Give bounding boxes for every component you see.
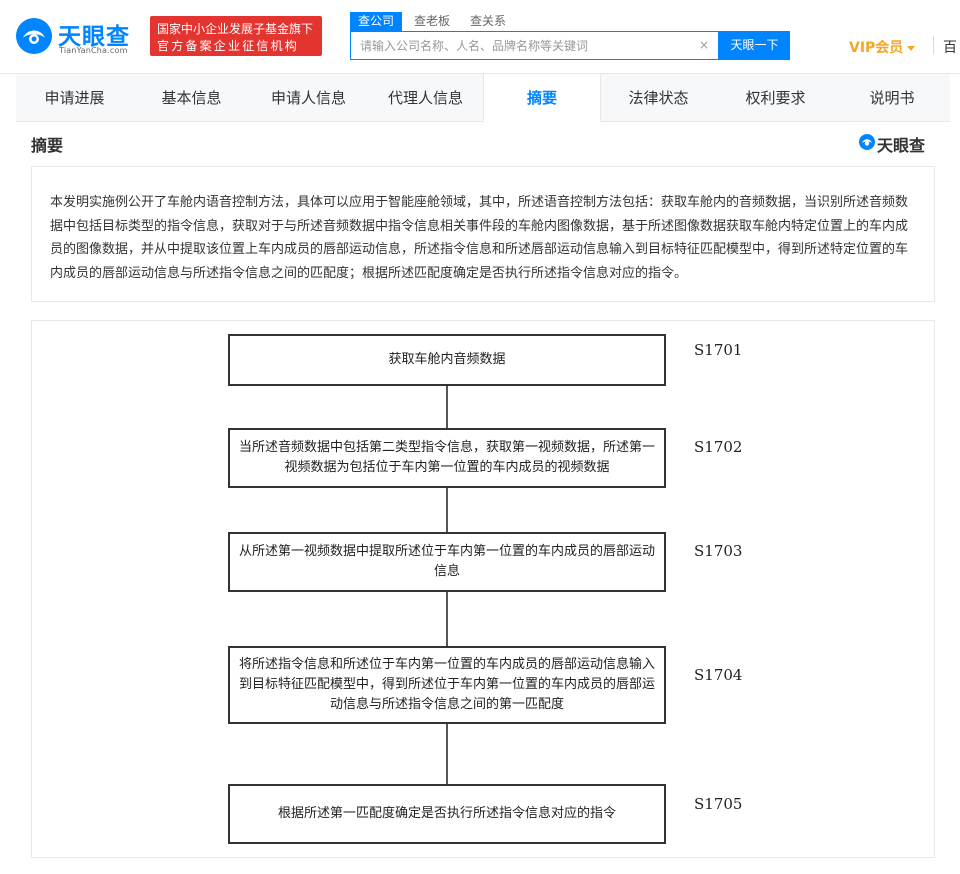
tab-basic-info[interactable]: 基本信息 bbox=[133, 74, 250, 122]
flow-step-label: S1703 bbox=[694, 542, 743, 560]
flow-connector bbox=[446, 591, 448, 647]
section-title: 摘要 bbox=[31, 136, 64, 155]
header-divider bbox=[933, 36, 934, 54]
header-more-link[interactable]: 百 bbox=[943, 37, 957, 57]
flow-step-label: S1702 bbox=[694, 438, 743, 456]
vip-menu[interactable]: VIP会员 bbox=[849, 37, 916, 57]
flow-step-text: 将所述指令信息和所述位于车内第一位置的车内成员的唇部运动信息输入到目标特征匹配模… bbox=[238, 657, 655, 712]
tab-agent-info[interactable]: 代理人信息 bbox=[367, 74, 484, 122]
abstract-figure: 获取车舱内音频数据 S1701 当所述音频数据中包括第二类型指令信息，获取第一视… bbox=[31, 320, 935, 858]
flow-step: 获取车舱内音频数据 bbox=[228, 334, 666, 386]
flow-step-text: 当所述音频数据中包括第二类型指令信息，获取第一视频数据，所述第一视频数据为包括位… bbox=[238, 440, 655, 475]
clear-icon[interactable]: × bbox=[699, 38, 709, 52]
flow-connector bbox=[446, 385, 448, 429]
gov-badge-line2: 官方备案企业征信机构 bbox=[157, 39, 300, 53]
detail-nav-tabs: 申请进展 基本信息 申请人信息 代理人信息 摘要 法律状态 权利要求 说明书 bbox=[16, 74, 950, 122]
tab-legal-status[interactable]: 法律状态 bbox=[600, 74, 717, 122]
caret-down-icon bbox=[907, 45, 916, 51]
flow-step: 当所述音频数据中包括第二类型指令信息，获取第一视频数据，所述第一视频数据为包括位… bbox=[228, 428, 666, 488]
logo-subtitle: TianYanCha.com bbox=[59, 46, 128, 55]
gov-badge-line1: 国家中小企业发展子基金旗下 bbox=[157, 22, 314, 36]
flow-step: 从所述第一视频数据中提取所述位于车内第一位置的车内成员的唇部运动信息 bbox=[228, 532, 666, 592]
flow-connector bbox=[446, 723, 448, 785]
eye-logo-icon bbox=[859, 134, 875, 150]
gov-badge[interactable]: 国家中小企业发展子基金旗下 官方备案企业征信机构 bbox=[150, 16, 322, 56]
abstract-text: 本发明实施例公开了车舱内语音控制方法，具体可以应用于智能座舱领域，其中，所述语音… bbox=[50, 195, 909, 281]
search-tab-boss[interactable]: 查老板 bbox=[414, 12, 450, 31]
tab-description[interactable]: 说明书 bbox=[834, 74, 950, 122]
vip-label: VIP会员 bbox=[849, 40, 904, 56]
watermark-text: 天眼查 bbox=[877, 136, 926, 155]
flow-step-text: 获取车舱内音频数据 bbox=[388, 352, 506, 367]
tab-claims[interactable]: 权利要求 bbox=[717, 74, 834, 122]
tab-applicant-info[interactable]: 申请人信息 bbox=[250, 74, 367, 122]
flow-step-text: 根据所述第一匹配度确定是否执行所述指令信息对应的指令 bbox=[277, 806, 616, 821]
search-input[interactable] bbox=[351, 32, 691, 59]
flow-step: 将所述指令信息和所述位于车内第一位置的车内成员的唇部运动信息输入到目标特征匹配模… bbox=[228, 646, 666, 724]
search-tab-relation[interactable]: 查关系 bbox=[470, 12, 506, 31]
search-button[interactable]: 天眼一下 bbox=[719, 31, 790, 60]
eye-logo-icon bbox=[16, 18, 52, 54]
tab-application-progress[interactable]: 申请进展 bbox=[16, 74, 133, 122]
tianyancha-logo[interactable]: 天眼查 TianYanCha.com bbox=[14, 16, 142, 60]
abstract-panel: 本发明实施例公开了车舱内语音控制方法，具体可以应用于智能座舱领域，其中，所述语音… bbox=[31, 166, 935, 302]
flow-step-label: S1705 bbox=[694, 795, 743, 813]
flow-step-text: 从所述第一视频数据中提取所述位于车内第一位置的车内成员的唇部运动信息 bbox=[238, 544, 655, 579]
search-box: × bbox=[350, 31, 719, 60]
search-tab-company[interactable]: 查公司 bbox=[350, 12, 403, 31]
tab-abstract[interactable]: 摘要 bbox=[483, 74, 601, 122]
flow-step-label: S1701 bbox=[694, 341, 743, 359]
flow-step-label: S1704 bbox=[694, 666, 743, 684]
flow-step: 根据所述第一匹配度确定是否执行所述指令信息对应的指令 bbox=[228, 784, 666, 844]
top-header: 天眼查 TianYanCha.com 国家中小企业发展子基金旗下 官方备案企业征… bbox=[0, 0, 960, 74]
flow-connector bbox=[446, 487, 448, 533]
